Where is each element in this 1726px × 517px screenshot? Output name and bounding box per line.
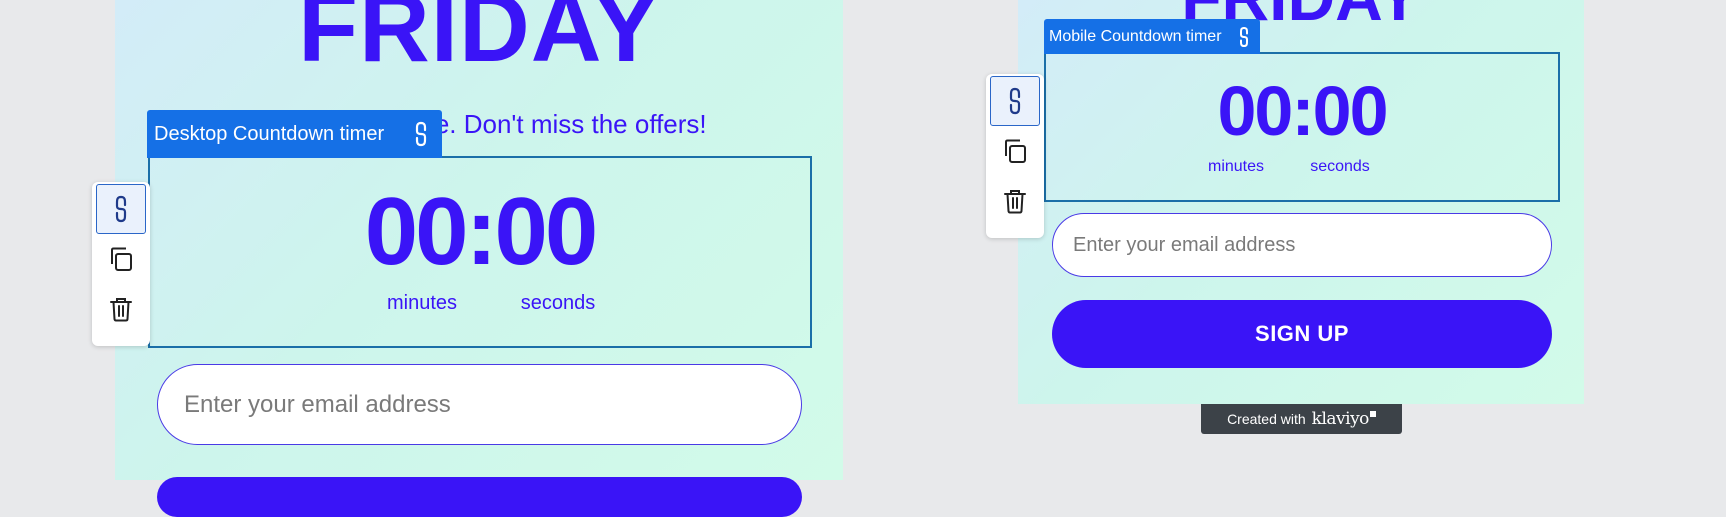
- mobile-countdown-timer[interactable]: 00:00 minutes seconds: [1044, 52, 1560, 202]
- mobile-timer-minutes: 00: [1217, 72, 1293, 150]
- link-icon[interactable]: [414, 120, 428, 148]
- desktop-timer-separator: :: [465, 178, 498, 285]
- duplicate-icon: [111, 247, 132, 271]
- desktop-countdown-timer[interactable]: 00:00 minutes seconds: [148, 156, 812, 348]
- klaviyo-logo: klaviyo: [1312, 409, 1376, 429]
- link-icon[interactable]: [1238, 26, 1250, 48]
- desktop-timer-digits: 00:00: [150, 184, 810, 280]
- mobile-email-input[interactable]: [1052, 213, 1552, 277]
- mobile-signup-button[interactable]: SIGN UP: [1052, 300, 1552, 368]
- desktop-signup-button[interactable]: [157, 477, 802, 517]
- desktop-headline: FRIDAY: [298, 0, 660, 82]
- mobile-timer-seconds: 00: [1312, 72, 1389, 150]
- desktop-seconds-label: seconds: [520, 292, 596, 314]
- mobile-timer-block-label[interactable]: Mobile Countdown timer: [1044, 19, 1260, 54]
- link-icon: [1009, 87, 1021, 115]
- delete-block-button[interactable]: [990, 176, 1040, 226]
- klaviyo-flag-icon: [1369, 411, 1376, 417]
- desktop-email-input[interactable]: [157, 364, 802, 445]
- mobile-timer-label-text: Mobile Countdown timer: [1049, 27, 1222, 45]
- desktop-timer-minutes: 00: [364, 178, 469, 285]
- link-block-button[interactable]: [96, 184, 146, 234]
- link-block-button[interactable]: [990, 76, 1040, 126]
- duplicate-icon: [1005, 139, 1026, 163]
- mobile-seconds-label: seconds: [1310, 158, 1370, 175]
- badge-brand: klaviyo: [1311, 409, 1370, 429]
- badge-prefix: Created with: [1227, 411, 1306, 427]
- link-icon: [115, 195, 127, 223]
- duplicate-block-button[interactable]: [990, 126, 1040, 176]
- desktop-block-toolbar: [92, 182, 150, 346]
- mobile-minutes-label: minutes: [1207, 158, 1265, 175]
- desktop-timer-label-text: Desktop Countdown timer: [154, 122, 385, 145]
- mobile-timer-digits: 00:00: [1046, 76, 1558, 146]
- created-with-badge[interactable]: Created with klaviyo: [1201, 404, 1402, 434]
- mobile-timer-separator: :: [1291, 72, 1314, 150]
- desktop-timer-seconds: 00: [494, 178, 598, 285]
- trash-icon: [110, 298, 132, 322]
- delete-block-button[interactable]: [96, 284, 146, 334]
- mobile-block-toolbar: [986, 74, 1044, 238]
- desktop-timer-block-label[interactable]: Desktop Countdown timer: [147, 110, 442, 158]
- desktop-minutes-label: minutes: [386, 292, 458, 314]
- duplicate-block-button[interactable]: [96, 234, 146, 284]
- trash-icon: [1004, 190, 1026, 214]
